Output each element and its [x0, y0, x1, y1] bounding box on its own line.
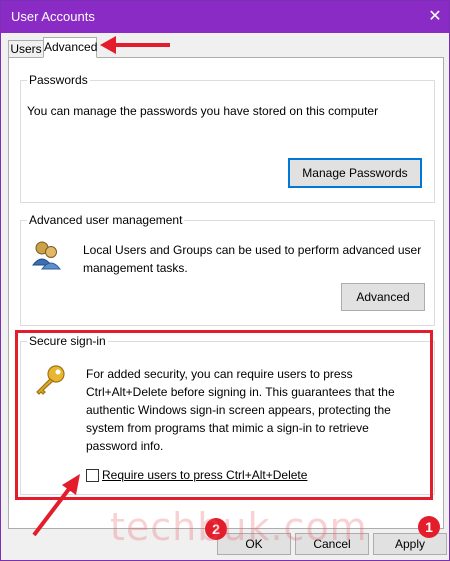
tab-advanced[interactable]: Advanced — [43, 37, 97, 58]
watermark: techbuk.com — [110, 505, 368, 549]
step-badge-1: 1 — [418, 516, 440, 538]
annotation-arrows — [32, 36, 170, 537]
